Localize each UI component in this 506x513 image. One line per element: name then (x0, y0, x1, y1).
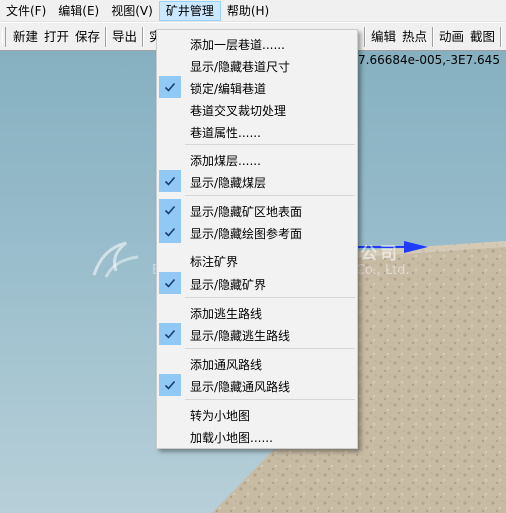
toolbar-separator (364, 27, 366, 47)
menu-item-label: 巷道交叉裁切处理 (190, 104, 287, 118)
checkmark-icon (159, 374, 181, 396)
menu-item-label: 巷道属性...... (190, 126, 261, 140)
menu-separator (185, 348, 355, 349)
menu-item-label: 转为小地图 (190, 409, 251, 423)
menu-item-convert-to-minimap[interactable]: 转为小地图 (157, 403, 357, 425)
menu-item-toggle-coal-seam[interactable]: 显示/隐藏煤层 (157, 170, 357, 192)
menu-bar: 文件(F) 编辑(E) 视图(V) 矿井管理 帮助(H) (0, 0, 506, 22)
menu-item-lock-edit-tunnel[interactable]: 锁定/编辑巷道 (157, 76, 357, 98)
toolbar-separator (142, 26, 145, 47)
menu-file[interactable]: 文件(F) (0, 1, 52, 21)
menu-item-load-minimap[interactable]: 加载小地图...... (157, 425, 357, 447)
menu-separator (185, 399, 355, 400)
menu-item-label: 标注矿界 (190, 255, 239, 269)
menu-item-label: 显示/隐藏巷道尺寸 (190, 60, 291, 74)
menu-view[interactable]: 视图(V) (105, 1, 159, 21)
menu-item-label: 显示/隐藏矿区地表面 (190, 205, 303, 219)
check-indicator (159, 120, 181, 142)
menu-item-label: 显示/隐藏煤层 (190, 176, 267, 190)
open-button[interactable]: 打开 (41, 26, 72, 48)
company-logo-icon (92, 241, 139, 278)
toolbar-separator (432, 27, 435, 47)
menu-edit[interactable]: 编辑(E) (52, 1, 105, 21)
menu-help[interactable]: 帮助(H) (221, 1, 275, 21)
menu-item-add-coal-seam[interactable]: 添加煤层...... (157, 148, 357, 170)
toolbar-separator (105, 26, 108, 47)
check-indicator (159, 148, 181, 170)
menu-item-add-escape-route[interactable]: 添加逃生路线 (157, 301, 357, 323)
menu-item-toggle-tunnel-size[interactable]: 显示/隐藏巷道尺寸 (157, 54, 357, 76)
menu-item-label: 添加煤层...... (190, 154, 261, 168)
menu-item-toggle-escape-route[interactable]: 显示/隐藏逃生路线 (157, 323, 357, 345)
new-button[interactable]: 新建 (10, 26, 41, 48)
toolbar-grip[interactable] (2, 26, 6, 47)
menu-separator (185, 195, 355, 196)
checkmark-icon (159, 221, 181, 243)
checkmark-icon (159, 199, 181, 221)
save-button[interactable]: 保存 (72, 26, 103, 48)
menu-item-label: 添加通风路线 (190, 358, 263, 372)
menu-item-label: 添加一层巷道...... (190, 38, 285, 52)
toolbar-separator (500, 27, 503, 47)
check-indicator (159, 425, 181, 447)
hotspot-button[interactable]: 热点 (399, 26, 430, 48)
menu-item-toggle-mine-surface[interactable]: 显示/隐藏矿区地表面 (157, 199, 357, 221)
check-indicator (159, 98, 181, 120)
check-indicator (159, 249, 181, 271)
menu-item-label: 加载小地图...... (190, 431, 273, 445)
animation-button[interactable]: 动画 (436, 26, 467, 48)
checkmark-icon (159, 323, 181, 345)
check-indicator (159, 403, 181, 425)
menu-item-add-ventilation-route[interactable]: 添加通风路线 (157, 352, 357, 374)
menu-item-toggle-reference-plane[interactable]: 显示/隐藏绘图参考面 (157, 221, 357, 243)
checkmark-icon (159, 170, 181, 192)
toolbar-right-group: 编辑 热点 动画 截图 盾 (362, 26, 506, 48)
menu-item-tunnel-intersection-cut[interactable]: 巷道交叉裁切处理 (157, 98, 357, 120)
edit-button[interactable]: 编辑 (368, 26, 399, 48)
export-button[interactable]: 导出 (109, 26, 140, 48)
menu-mine-management[interactable]: 矿井管理 (158, 0, 221, 21)
checkmark-icon (159, 272, 181, 294)
check-indicator (159, 32, 181, 54)
menu-separator (185, 144, 355, 145)
menu-item-toggle-ventilation-route[interactable]: 显示/隐藏通风路线 (157, 374, 357, 396)
menu-item-label: 显示/隐藏通风路线 (190, 380, 291, 394)
menu-separator (185, 297, 355, 298)
menu-item-mark-mine-boundary[interactable]: 标注矿界 (157, 249, 357, 271)
menu-item-add-tunnel-layer[interactable]: 添加一层巷道...... (157, 32, 357, 54)
coordinate-readout: 7.66684e-005,-3E7.645 (358, 53, 500, 67)
mine-management-dropdown: 添加一层巷道...... 显示/隐藏巷道尺寸 锁定/编辑巷道 巷道交叉裁切处理 … (156, 29, 358, 449)
menu-item-label: 显示/隐藏逃生路线 (190, 329, 291, 343)
checkmark-icon (159, 76, 181, 98)
menu-item-toggle-mine-boundary[interactable]: 显示/隐藏矿界 (157, 272, 357, 294)
menu-item-label: 添加逃生路线 (190, 307, 263, 321)
screenshot-button[interactable]: 截图 (467, 26, 498, 48)
check-indicator (159, 301, 181, 323)
menu-item-label: 显示/隐藏矿界 (190, 278, 267, 292)
menu-item-label: 锁定/编辑巷道 (190, 82, 267, 96)
check-indicator (159, 352, 181, 374)
menu-item-tunnel-properties[interactable]: 巷道属性...... (157, 120, 357, 142)
check-indicator (159, 54, 181, 76)
menu-item-label: 显示/隐藏绘图参考面 (190, 227, 303, 241)
